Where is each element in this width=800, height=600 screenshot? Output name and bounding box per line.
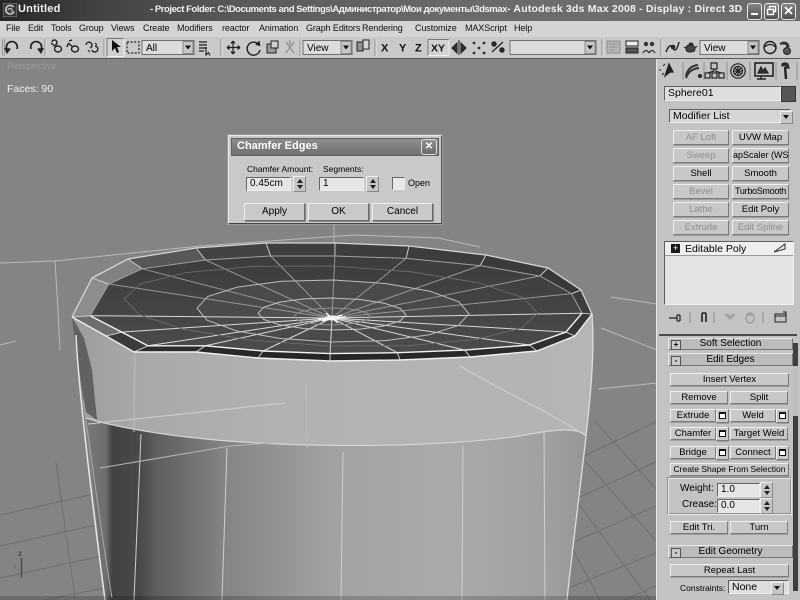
svg-text:z: z: [18, 549, 22, 558]
svg-text:XY: XY: [431, 43, 445, 55]
svg-text:View: View: [704, 43, 726, 54]
svg-text:Z: Z: [415, 43, 422, 55]
svg-text:X: X: [381, 43, 389, 55]
svg-text:Y: Y: [399, 43, 407, 55]
svg-text:x: x: [13, 564, 17, 571]
svg-text:All: All: [146, 43, 157, 54]
svg-text:View: View: [307, 43, 329, 54]
